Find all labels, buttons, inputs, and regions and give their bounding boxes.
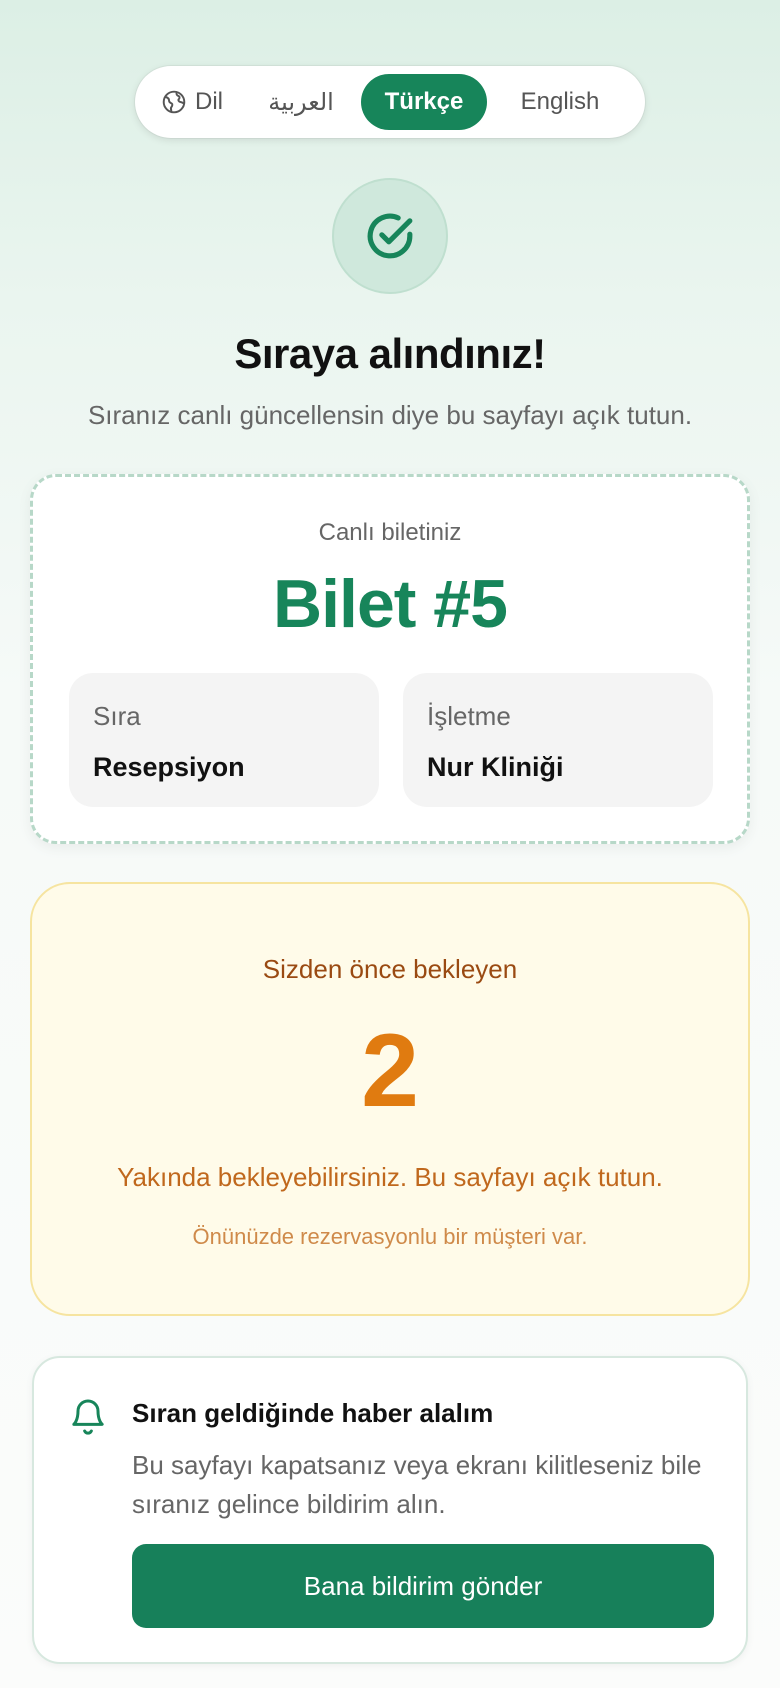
ticket-card: Canlı biletiniz Bilet #5 Sıra Resepsiyon… (30, 474, 750, 844)
notify-description: Bu sayfayı kapatsanız veya ekranı kilitl… (132, 1450, 702, 1519)
language-option-arabic[interactable]: العربية (241, 74, 361, 130)
notify-me-button[interactable]: Bana bildirim gönder (132, 1544, 714, 1628)
queue-info: Sıra Resepsiyon (69, 673, 379, 807)
page-subtitle: Sıranız canlı güncellensin diye bu sayfa… (87, 400, 693, 430)
waiting-message: Yakında bekleyebilirsiniz. Bu sayfayı aç… (117, 1162, 663, 1192)
check-circle-icon (367, 213, 413, 259)
page-title: Sıraya alındınız! (234, 330, 546, 377)
language-label-text: Dil (195, 88, 223, 115)
notify-card: Sıran geldiğinde haber alalım Bu sayfayı… (32, 1356, 748, 1664)
ticket-number: Bilet #5 (273, 566, 508, 642)
success-badge (332, 178, 448, 294)
business-value: Nur Kliniği (427, 752, 564, 782)
business-info: İşletme Nur Kliniği (403, 673, 713, 807)
bell-icon (72, 1399, 104, 1435)
queue-value: Resepsiyon (93, 752, 245, 782)
waiting-note: Önünüzde rezervasyonlu bir müşteri var. (192, 1224, 588, 1249)
business-title: İşletme (427, 701, 511, 731)
language-option-english[interactable]: English (487, 74, 633, 130)
language-option-turkish[interactable]: Türkçe (361, 74, 487, 130)
language-label: Dil (143, 88, 241, 116)
queue-title: Sıra (93, 701, 141, 731)
ticket-label: Canlı biletiniz (318, 519, 462, 546)
waiting-card: Sizden önce bekleyen 2 Yakında bekleyebi… (30, 882, 750, 1316)
globe-icon (162, 90, 186, 114)
notify-title: Sıran geldiğinde haber alalım (132, 1398, 494, 1428)
language-switcher: Dil العربية Türkçe English (135, 66, 645, 138)
waiting-label: Sizden önce bekleyen (262, 954, 518, 984)
waiting-count: 2 (361, 1013, 419, 1129)
